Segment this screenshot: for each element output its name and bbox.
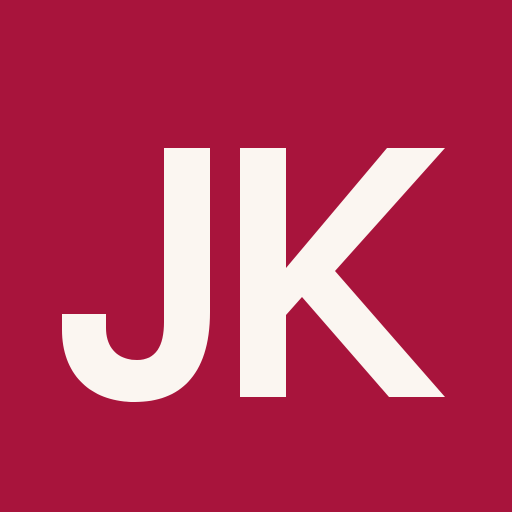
avatar-initials xyxy=(62,148,445,402)
avatar-tile xyxy=(0,0,512,512)
letter-k xyxy=(240,148,445,397)
letter-j xyxy=(62,148,210,402)
